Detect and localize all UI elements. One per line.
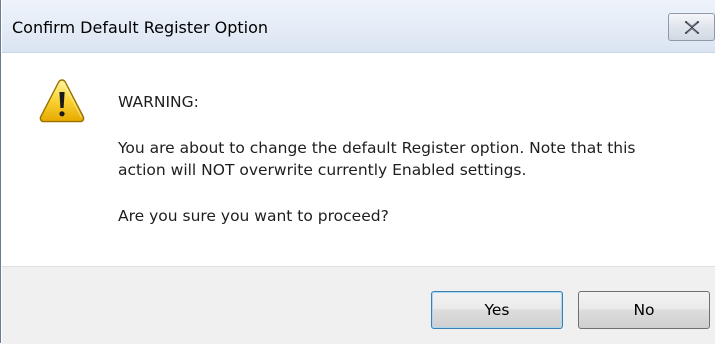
close-button[interactable] [668,13,715,41]
button-bar: Yes No [2,266,715,344]
confirmation-question: Are you sure you want to proceed? [118,207,389,225]
close-icon [684,21,700,34]
dialog-content: WARNING: You are about to change the def… [2,53,715,263]
no-button[interactable]: No [578,291,710,329]
title-bar[interactable]: Confirm Default Register Option [2,0,715,53]
warning-heading: WARNING: [118,93,199,111]
message-text-line1: You are about to change the default Regi… [118,139,636,157]
window-title: Confirm Default Register Option [12,18,269,37]
message-text-line2: action will NOT overwrite currently Enab… [118,161,527,179]
warning-icon [39,79,85,123]
dialog-window: Confirm Default Register Option WARNING: [0,0,715,344]
yes-button[interactable]: Yes [431,291,563,329]
